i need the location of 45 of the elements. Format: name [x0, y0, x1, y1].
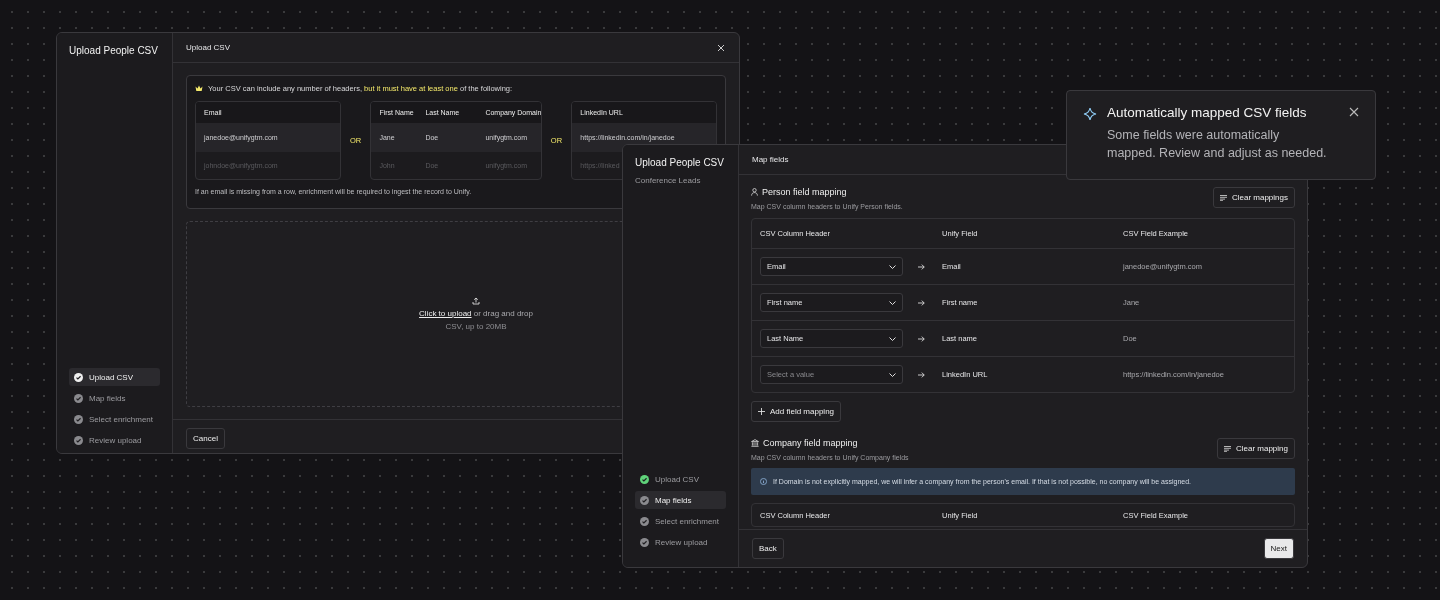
step-item[interactable]: Upload CSV: [69, 368, 160, 386]
chevron-down-icon: [889, 264, 896, 269]
toast-title: Automatically mapped CSV fields: [1107, 105, 1308, 120]
panel-title: Upload CSV: [186, 43, 231, 52]
step-item[interactable]: Select enrichment: [69, 410, 160, 428]
arrow-right-icon: [918, 335, 925, 342]
list-name: Conference Leads: [635, 176, 702, 185]
step-item[interactable]: Review upload: [69, 431, 160, 449]
step-item[interactable]: Map fields: [635, 491, 726, 509]
list-icon: [1223, 445, 1231, 452]
add-mapping-button[interactable]: Add field mapping: [751, 401, 842, 422]
list-icon: [1219, 194, 1227, 201]
arrow-right-icon: [918, 299, 925, 306]
step-item[interactable]: Select enrichment: [635, 512, 726, 530]
sparkle-icon: [1083, 107, 1097, 121]
back-button[interactable]: Back: [752, 538, 784, 559]
crown-icon: [195, 85, 203, 92]
dropzone-text: or drag and drop: [473, 309, 533, 318]
next-button[interactable]: Next: [1263, 538, 1294, 559]
bank-icon: [751, 439, 759, 447]
step-item[interactable]: Upload CSV: [635, 470, 726, 488]
chevron-down-icon: [889, 300, 896, 305]
arrow-right-icon: [918, 263, 925, 270]
arrow-right-icon: [918, 371, 925, 378]
chevron-down-icon: [889, 336, 896, 341]
toast-message: Some fields were automatically mapped. Review and adjust as needed.: [1107, 127, 1328, 163]
file-hint: CSV, up to 20MB: [445, 322, 507, 331]
person-icon: [751, 188, 758, 196]
close-icon[interactable]: [717, 43, 725, 52]
section-title: Person field mapping: [762, 187, 847, 197]
close-icon[interactable]: [1349, 107, 1359, 117]
clear-mapping-button[interactable]: Clear mapping: [1216, 438, 1295, 459]
panel-title: Map fields: [752, 155, 789, 164]
step-item[interactable]: Map fields: [69, 389, 160, 407]
section-title: Company field mapping: [763, 438, 858, 448]
chevron-down-icon: [889, 372, 896, 377]
dialog-title: Upload People CSV: [69, 45, 158, 56]
clear-mappings-button[interactable]: Clear mappings: [1212, 187, 1295, 208]
plus-icon: [758, 408, 765, 415]
cancel-button[interactable]: Cancel: [186, 428, 225, 449]
info-icon: [760, 478, 767, 485]
dialog-title: Upload People CSV: [635, 157, 724, 168]
upload-link[interactable]: Click to upload: [419, 309, 472, 318]
upload-icon: [472, 297, 480, 305]
step-item[interactable]: Review upload: [635, 533, 726, 551]
